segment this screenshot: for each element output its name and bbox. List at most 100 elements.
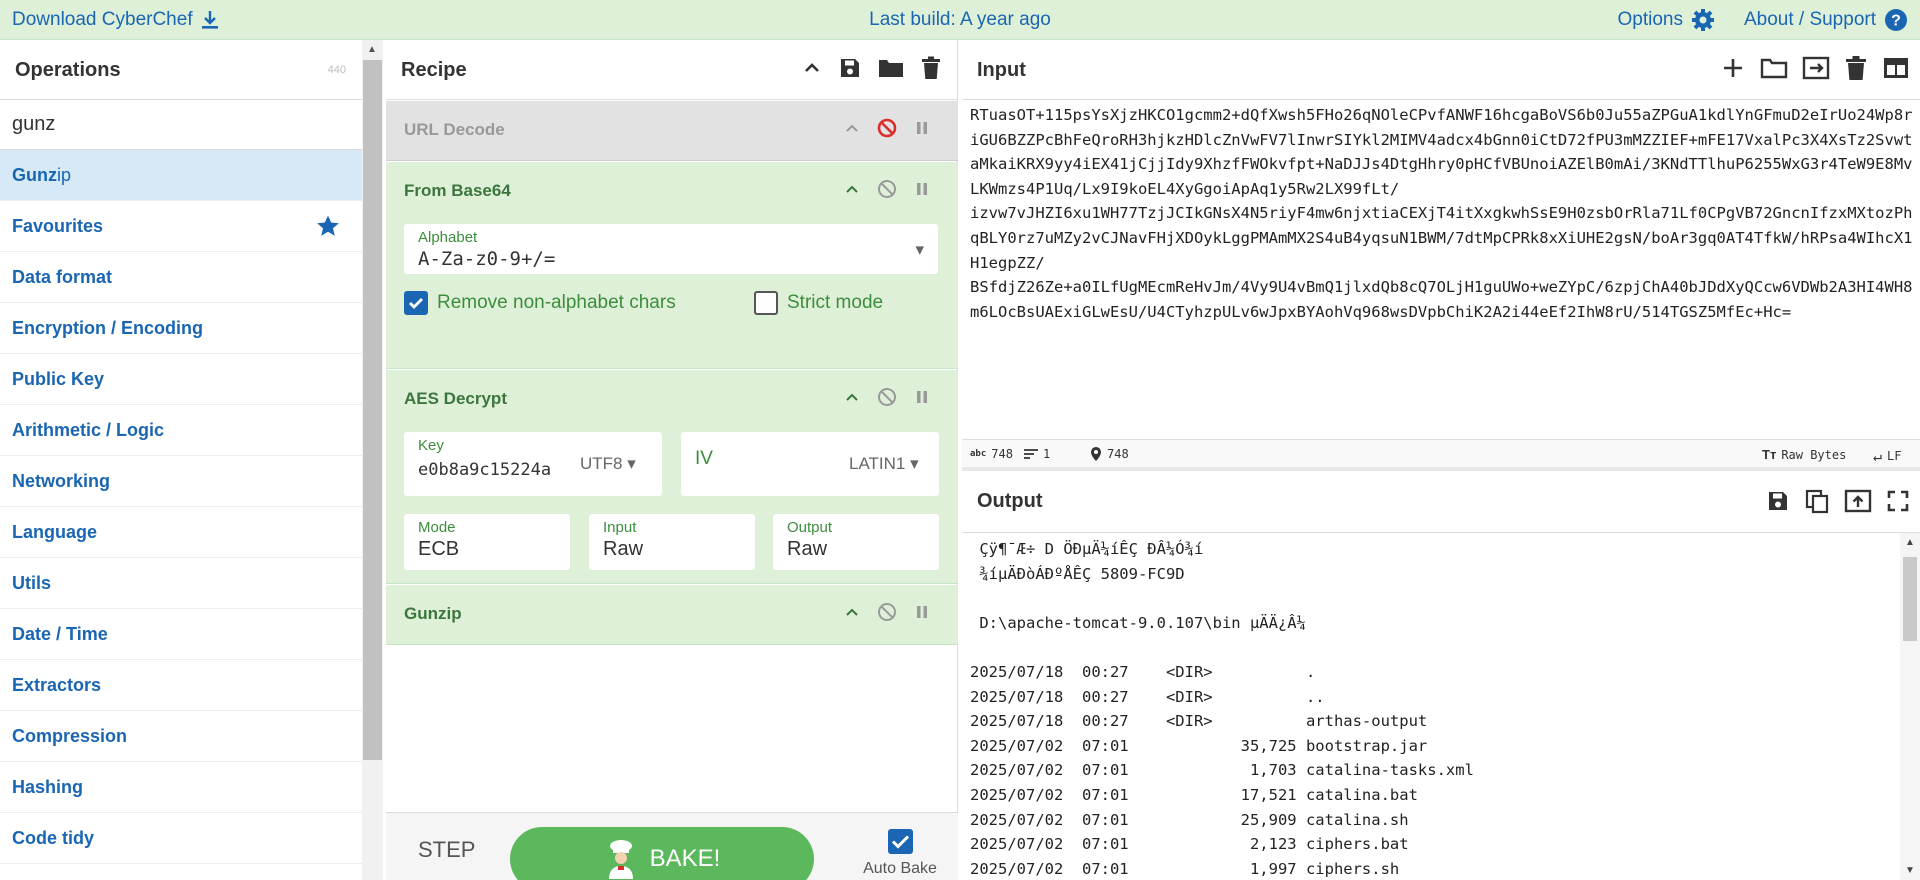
category-date-time[interactable]: Date / Time [0,609,362,660]
category-code-tidy[interactable]: Code tidy [0,813,362,864]
category-arithmetic-logic[interactable]: Arithmetic / Logic [0,405,362,456]
operations-scrollbar[interactable]: ▲ [362,40,383,880]
output-line: 2025/07/02 07:01 35,725 bootstrap.jar [970,736,1428,755]
maximise-output-icon[interactable] [1886,489,1910,513]
category-label: Data format [12,267,113,287]
strict-mode-label: Strict mode [787,292,884,313]
scrollbar-thumb[interactable] [363,60,382,760]
category-compression[interactable]: Compression [0,711,362,762]
category-utils[interactable]: Utils [0,558,362,609]
operations-list: Gunzip Favourites Data format Encryption… [0,150,362,864]
cursor-position-value: 748 [1107,447,1129,461]
eol-toggle[interactable]: ↵ LF [1873,447,1901,465]
operations-header: Operations 440 [0,40,362,100]
iv-field[interactable]: IV LATIN1 ▾ [681,432,939,496]
pause-op-icon[interactable] [914,120,930,136]
download-label: Download CyberChef [12,9,193,30]
step-button[interactable]: STEP [418,837,475,863]
category-encryption-encoding[interactable]: Encryption / Encoding [0,303,362,354]
mode-select[interactable]: Mode ECB [404,514,570,570]
category-hashing[interactable]: Hashing [0,762,362,813]
disable-op-icon[interactable] [877,118,897,138]
scroll-up-arrow-icon[interactable]: ▲ [1905,537,1915,548]
checkbox-unchecked-icon [754,291,778,315]
alphabet-select[interactable]: Alphabet A-Za-z0-9+/= ▾ [404,224,938,274]
recipe-op-gunzip[interactable]: Gunzip [386,585,958,645]
scroll-down-arrow-icon[interactable]: ▼ [1905,865,1915,876]
op-name: AES Decrypt [404,389,507,408]
category-label: Compression [12,726,128,746]
iv-label: IV [695,448,713,469]
operations-search-input[interactable] [0,100,362,150]
open-file-icon[interactable] [1802,55,1830,81]
scrollbar-thumb[interactable] [1903,557,1917,641]
options-link[interactable]: Options [1618,8,1715,32]
output-textarea[interactable]: Çÿ¶¯Æ÷ D ÖÐµÄ¼íÊÇ ÐÂ¼Ó¾í ¾íµÄÐòÁÐºÅÊÇ 58… [970,537,1900,880]
result-rest: ip [57,165,72,185]
result-match: Gunz [12,165,57,185]
output-scrollbar[interactable]: ▲ ▼ [1900,533,1920,880]
replace-input-icon[interactable] [1844,488,1872,514]
category-data-format[interactable]: Data format [0,252,362,303]
output-line: 2025/07/02 07:01 25,909 catalina.sh [970,810,1409,829]
clear-recipe-trash-icon[interactable] [920,56,942,80]
disable-op-icon[interactable] [877,602,897,622]
load-recipe-folder-icon[interactable] [878,56,904,80]
pause-op-icon[interactable] [914,604,930,620]
open-folder-icon[interactable] [1760,55,1788,81]
category-public-key[interactable]: Public Key [0,354,362,405]
reset-layout-icon[interactable] [1882,55,1910,81]
lines-icon [1024,448,1038,460]
input-format-select[interactable]: Input Raw [589,514,755,570]
raw-bytes-toggle[interactable]: Tт Raw Bytes [1762,447,1846,462]
copy-output-icon[interactable] [1804,488,1830,514]
caret-down-icon: ▾ [627,454,636,473]
output-line: 2025/07/18 00:27 <DIR> . [970,662,1316,681]
input-textarea[interactable]: RTuasOT+115psYsXjzHKCO1gcmm2+dQfXwsh5FHo… [970,103,1915,324]
remove-non-alphabet-checkbox[interactable]: Remove non-alphabet chars [404,291,676,315]
collapse-op-icon[interactable] [844,389,860,405]
category-extractors[interactable]: Extractors [0,660,362,711]
save-output-icon[interactable] [1766,489,1790,513]
strict-mode-checkbox[interactable]: Strict mode [754,291,883,315]
about-support-link[interactable]: About / Support ? [1744,8,1908,32]
bake-button[interactable]: BAKE! [510,827,814,880]
output-line: 2025/07/02 07:01 17,521 catalina.bat [970,785,1418,804]
key-field[interactable]: Key e0b8a9c15224a UTF8 ▾ [404,432,662,496]
output-format-label: Output [787,519,833,536]
alphabet-label: Alphabet [418,229,478,246]
output-line: ¾íµÄÐòÁÐºÅÊÇ 5809-FC9D [970,564,1185,583]
category-networking[interactable]: Networking [0,456,362,507]
disable-op-icon[interactable] [877,179,897,199]
disable-op-icon[interactable] [877,387,897,407]
mode-label: Mode [418,519,456,536]
caret-down-icon: ▾ [910,454,919,473]
collapse-all-icon[interactable] [802,58,822,78]
input-status-bar: abc 748 1 748 Tт Raw Bytes ↵ LF [962,439,1920,467]
clear-input-trash-icon[interactable] [1844,55,1868,81]
key-encoding-dropdown[interactable]: UTF8 ▾ [580,454,636,474]
recipe-op-aes-decrypt[interactable]: AES Decrypt Key e0b8a9c15224a UTF8 ▾ IV … [386,370,958,584]
pause-op-icon[interactable] [914,389,930,405]
iv-encoding-dropdown[interactable]: LATIN1 ▾ [849,454,919,474]
category-language[interactable]: Language [0,507,362,558]
op-name: Gunzip [404,604,462,623]
download-cyberchef-link[interactable]: Download CyberChef [12,9,219,31]
collapse-op-icon[interactable] [844,120,860,136]
remove-non-alphabet-label: Remove non-alphabet chars [437,292,676,313]
save-recipe-icon[interactable] [838,56,862,80]
recipe-title: Recipe [401,59,467,81]
category-favourites[interactable]: Favourites [0,201,362,252]
collapse-op-icon[interactable] [844,181,860,197]
char-count: abc 748 [970,447,1013,461]
input-title: Input [977,59,1026,81]
search-result-gunzip[interactable]: Gunzip [0,150,362,201]
recipe-op-url-decode[interactable]: URL Decode [386,101,958,161]
collapse-op-icon[interactable] [844,604,860,620]
auto-bake-checkbox[interactable]: Auto Bake [850,829,950,878]
recipe-op-from-base64[interactable]: From Base64 Alphabet A-Za-z0-9+/= ▾ Remo… [386,162,958,369]
add-tab-plus-icon[interactable] [1720,55,1746,81]
pause-op-icon[interactable] [914,181,930,197]
scroll-up-arrow-icon[interactable]: ▲ [367,44,377,55]
output-format-select[interactable]: Output Raw [773,514,939,570]
